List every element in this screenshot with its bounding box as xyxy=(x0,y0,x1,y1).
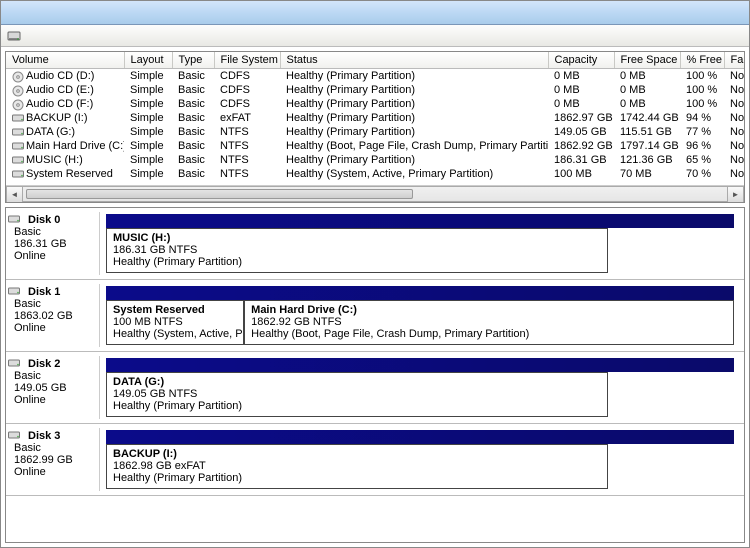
col-type[interactable]: Type xyxy=(172,52,214,69)
toolbar xyxy=(1,25,749,47)
partition-box[interactable]: Main Hard Drive (C:)1862.92 GB NTFSHealt… xyxy=(244,300,734,345)
disk-info[interactable]: Disk 0Basic186.31 GBOnline xyxy=(10,212,100,275)
disk-name: Disk 3 xyxy=(28,430,99,442)
window-titlebar[interactable] xyxy=(1,1,749,25)
hdd-icon xyxy=(8,214,20,227)
volume-row[interactable]: System ReservedSimpleBasicNTFSHealthy (S… xyxy=(6,167,745,181)
disk-type: Basic xyxy=(14,370,99,382)
hdd-icon xyxy=(8,430,20,443)
partition-detail: 186.31 GB NTFS xyxy=(113,244,601,256)
volume-row[interactable]: Audio CD (D:)SimpleBasicCDFSHealthy (Pri… xyxy=(6,69,745,84)
disk-header-bar xyxy=(106,214,734,228)
disk-row[interactable]: Disk 2Basic149.05 GBOnlineDATA (G:)149.0… xyxy=(6,352,744,424)
volume-row[interactable]: MUSIC (H:)SimpleBasicNTFSHealthy (Primar… xyxy=(6,153,745,167)
partition-status: Healthy (System, Active, Prim xyxy=(113,328,237,340)
volume-row[interactable]: BACKUP (I:)SimpleBasicexFATHealthy (Prim… xyxy=(6,111,745,125)
partition-name: Main Hard Drive (C:) xyxy=(251,304,727,316)
cd-icon xyxy=(12,85,24,95)
col-filesystem[interactable]: File System xyxy=(214,52,280,69)
partition-box[interactable]: MUSIC (H:)186.31 GB NTFSHealthy (Primary… xyxy=(106,228,608,273)
disk-info[interactable]: Disk 2Basic149.05 GBOnline xyxy=(10,356,100,419)
partition-box[interactable]: BACKUP (I:)1862.98 GB exFATHealthy (Prim… xyxy=(106,444,608,489)
disk-info[interactable]: Disk 1Basic1863.02 GBOnline xyxy=(10,284,100,347)
partition-name: MUSIC (H:) xyxy=(113,232,601,244)
partition-status: Healthy (Primary Partition) xyxy=(113,472,601,484)
disk-size: 1863.02 GB xyxy=(14,310,99,322)
hdd-icon xyxy=(8,358,20,371)
volume-row[interactable]: Audio CD (E:)SimpleBasicCDFSHealthy (Pri… xyxy=(6,83,745,97)
scroll-left-arrow[interactable]: ◄ xyxy=(6,186,23,203)
disk-graphical-view[interactable]: Disk 0Basic186.31 GBOnlineMUSIC (H:)186.… xyxy=(5,207,745,543)
scroll-right-arrow[interactable]: ► xyxy=(727,186,744,203)
partition-detail: 149.05 GB NTFS xyxy=(113,388,601,400)
hdd-icon xyxy=(8,286,20,299)
partition-detail: 1862.98 GB exFAT xyxy=(113,460,601,472)
unallocated-space xyxy=(608,228,734,273)
unallocated-space xyxy=(608,444,734,489)
disk-row[interactable]: Disk 0Basic186.31 GBOnlineMUSIC (H:)186.… xyxy=(6,208,744,280)
disk-name: Disk 1 xyxy=(28,286,99,298)
col-layout[interactable]: Layout xyxy=(124,52,172,69)
col-volume[interactable]: Volume xyxy=(6,52,124,69)
disk-status: Online xyxy=(14,466,99,478)
volume-row[interactable]: Main Hard Drive (C:)SimpleBasicNTFSHealt… xyxy=(6,139,745,153)
disk-size: 149.05 GB xyxy=(14,382,99,394)
disk-row[interactable]: Disk 3Basic1862.99 GBOnlineBACKUP (I:)18… xyxy=(6,424,744,496)
partition-status: Healthy (Boot, Page File, Crash Dump, Pr… xyxy=(251,328,727,340)
hdd-icon xyxy=(12,141,24,151)
hdd-icon xyxy=(12,127,24,137)
cd-icon xyxy=(12,99,24,109)
col-freespace[interactable]: Free Space xyxy=(614,52,680,69)
col-pctfree[interactable]: % Free xyxy=(680,52,724,69)
col-capacity[interactable]: Capacity xyxy=(548,52,614,69)
scroll-thumb[interactable] xyxy=(26,189,413,199)
partition-detail: 100 MB NTFS xyxy=(113,316,237,328)
disk-row[interactable]: Disk 1Basic1863.02 GBOnlineSystem Reserv… xyxy=(6,280,744,352)
hdd-icon xyxy=(12,169,24,179)
disk-size: 1862.99 GB xyxy=(14,454,99,466)
disk-header-bar xyxy=(106,358,734,372)
partition-name: BACKUP (I:) xyxy=(113,448,601,460)
disk-type: Basic xyxy=(14,298,99,310)
disk-info[interactable]: Disk 3Basic1862.99 GBOnline xyxy=(10,428,100,491)
partition-box[interactable]: System Reserved100 MB NTFSHealthy (Syste… xyxy=(106,300,244,345)
disk-type: Basic xyxy=(14,226,99,238)
hdd-icon xyxy=(12,113,24,123)
app-icon xyxy=(7,29,21,43)
partition-detail: 1862.92 GB NTFS xyxy=(251,316,727,328)
partition-status: Healthy (Primary Partition) xyxy=(113,256,601,268)
column-header-row[interactable]: Volume Layout Type File System Status Ca… xyxy=(6,52,745,69)
horizontal-scrollbar[interactable]: ◄ ► xyxy=(6,185,744,202)
disk-name: Disk 0 xyxy=(28,214,99,226)
col-fault[interactable]: Fault T xyxy=(724,52,745,69)
volume-row[interactable]: Audio CD (F:)SimpleBasicCDFSHealthy (Pri… xyxy=(6,97,745,111)
disk-type: Basic xyxy=(14,442,99,454)
partition-name: System Reserved xyxy=(113,304,237,316)
disk-header-bar xyxy=(106,430,734,444)
scroll-track[interactable] xyxy=(23,186,727,202)
partition-name: DATA (G:) xyxy=(113,376,601,388)
cd-icon xyxy=(12,71,24,81)
unallocated-space xyxy=(608,372,734,417)
disk-status: Online xyxy=(14,250,99,262)
partition-box[interactable]: DATA (G:)149.05 GB NTFSHealthy (Primary … xyxy=(106,372,608,417)
volume-list[interactable]: Volume Layout Type File System Status Ca… xyxy=(5,51,745,203)
col-status[interactable]: Status xyxy=(280,52,548,69)
hdd-icon xyxy=(12,155,24,165)
volume-row[interactable]: DATA (G:)SimpleBasicNTFSHealthy (Primary… xyxy=(6,125,745,139)
disk-status: Online xyxy=(14,322,99,334)
disk-name: Disk 2 xyxy=(28,358,99,370)
disk-status: Online xyxy=(14,394,99,406)
disk-size: 186.31 GB xyxy=(14,238,99,250)
partition-status: Healthy (Primary Partition) xyxy=(113,400,601,412)
disk-header-bar xyxy=(106,286,734,300)
